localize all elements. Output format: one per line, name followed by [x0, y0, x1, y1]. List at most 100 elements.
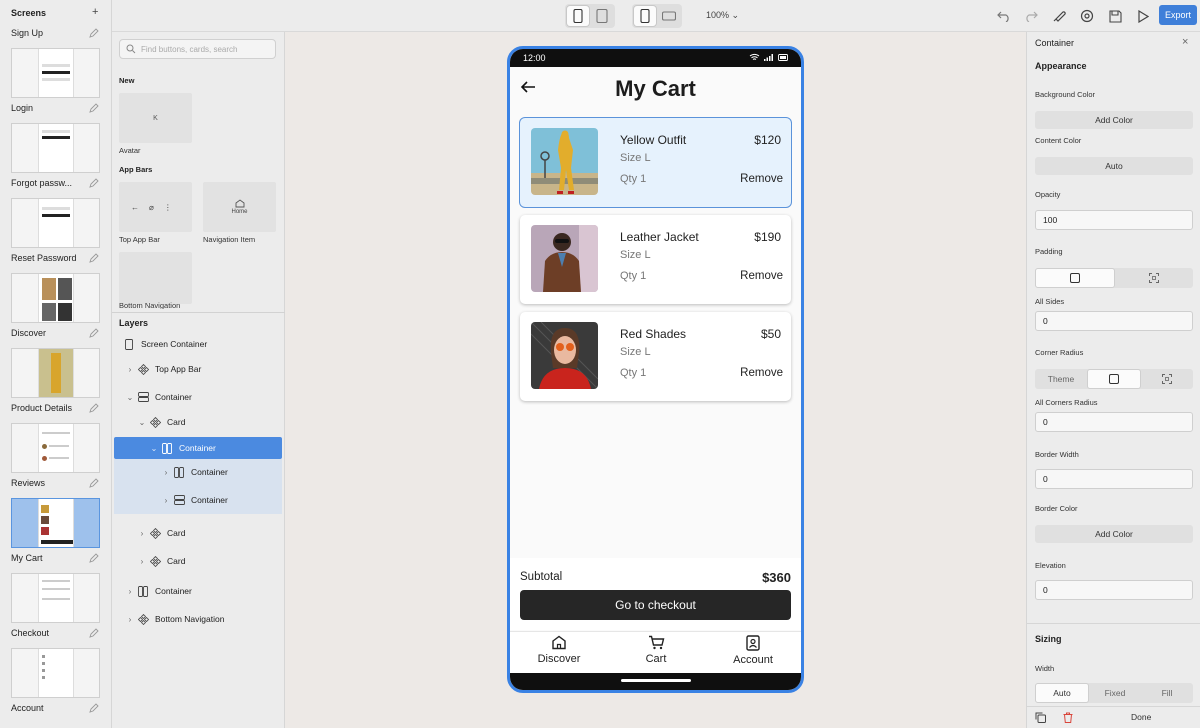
screen-thumbnail[interactable]: [11, 273, 100, 323]
cart-item-card[interactable]: Yellow Outfit Size L Qty 1 $120 Remove: [520, 118, 791, 207]
search-input[interactable]: Find buttons, cards, search: [119, 39, 276, 59]
layer-bottom-navigation[interactable]: › Bottom Navigation: [112, 608, 285, 630]
chevron-right-icon[interactable]: ›: [136, 557, 148, 566]
pencil-icon[interactable]: [89, 178, 99, 188]
screen-thumbnail[interactable]: [11, 198, 100, 248]
individual-sides-mode-icon[interactable]: [1115, 268, 1193, 288]
screen-thumbnail[interactable]: [11, 573, 100, 623]
border-color-button[interactable]: Add Color: [1035, 525, 1193, 543]
undo-icon[interactable]: [995, 8, 1013, 24]
cart-icon: [648, 635, 664, 650]
pencil-icon[interactable]: [89, 28, 99, 38]
layer-container-selected[interactable]: ⌄ Container: [112, 437, 285, 459]
chevron-right-icon[interactable]: ›: [136, 529, 148, 538]
design-canvas[interactable]: 12:00 My Cart Yellow Outfit Size L Qty 1…: [285, 32, 1026, 728]
screen-thumbnail[interactable]: [11, 348, 100, 398]
width-mode-toggle[interactable]: Auto Fixed Fill: [1035, 683, 1193, 703]
pencil-icon[interactable]: [89, 553, 99, 563]
chevron-right-icon[interactable]: ›: [124, 615, 136, 624]
chevron-right-icon[interactable]: ›: [160, 496, 172, 505]
portrait-icon[interactable]: [634, 6, 656, 26]
border-color-label: Border Color: [1035, 504, 1078, 513]
screen-thumbnail[interactable]: [11, 423, 100, 473]
checkout-button[interactable]: Go to checkout: [520, 590, 791, 620]
layer-container[interactable]: › Container: [112, 580, 285, 602]
remove-button[interactable]: Remove: [740, 270, 783, 282]
avatar-component-tile[interactable]: K: [119, 93, 192, 143]
tablet-device-icon[interactable]: [591, 6, 613, 26]
chevron-right-icon[interactable]: ›: [124, 365, 136, 374]
chevron-down-icon[interactable]: ⌄: [124, 393, 136, 402]
plus-icon[interactable]: +: [92, 6, 98, 18]
width-fixed-option[interactable]: Fixed: [1089, 683, 1141, 703]
phone-preview[interactable]: 12:00 My Cart Yellow Outfit Size L Qty 1…: [507, 46, 804, 693]
width-auto-option[interactable]: Auto: [1035, 683, 1089, 703]
layer-card[interactable]: ⌄ Card: [112, 411, 285, 433]
all-sides-field[interactable]: 0: [1035, 311, 1193, 331]
screen-thumbnail[interactable]: [11, 123, 100, 173]
padding-mode-toggle[interactable]: [1035, 268, 1193, 288]
trash-icon[interactable]: [1063, 712, 1073, 723]
zoom-dropdown[interactable]: 100% ⌄: [706, 10, 739, 21]
opacity-field[interactable]: 100: [1035, 210, 1193, 230]
redo-icon[interactable]: [1022, 8, 1040, 24]
navigation-item-tile[interactable]: Home: [203, 182, 276, 232]
settings-icon[interactable]: [1078, 8, 1096, 24]
layer-card[interactable]: › Card: [112, 550, 285, 572]
pencil-icon[interactable]: [89, 403, 99, 413]
width-fill-option[interactable]: Fill: [1141, 683, 1193, 703]
cart-item-card[interactable]: Red Shades Size L Qty 1 $50 Remove: [520, 312, 791, 401]
content-color-label: Content Color: [1035, 136, 1082, 145]
export-button[interactable]: Export: [1159, 5, 1197, 25]
remove-button[interactable]: Remove: [740, 367, 783, 379]
nav-item-cart[interactable]: Cart: [611, 635, 701, 665]
elevation-field[interactable]: 0: [1035, 580, 1193, 600]
account-icon: [746, 635, 760, 651]
nav-item-discover[interactable]: Discover: [514, 635, 604, 665]
corner-radius-mode-toggle[interactable]: Theme: [1035, 369, 1193, 389]
pencil-icon[interactable]: [89, 253, 99, 263]
all-corners-mode-icon[interactable]: [1087, 369, 1141, 389]
background-color-button[interactable]: Add Color: [1035, 111, 1193, 129]
layer-container[interactable]: › Container: [112, 489, 285, 511]
screen-thumbnail[interactable]: [11, 48, 100, 98]
chevron-right-icon[interactable]: ›: [124, 587, 136, 596]
pencil-icon[interactable]: [89, 103, 99, 113]
chevron-right-icon[interactable]: ›: [160, 468, 172, 477]
border-width-field[interactable]: 0: [1035, 469, 1193, 489]
bottom-navigation-tile[interactable]: Bottom Navigation: [119, 252, 192, 304]
phone-device-icon[interactable]: [567, 6, 589, 26]
remove-button[interactable]: Remove: [740, 173, 783, 185]
cart-item-card[interactable]: Leather Jacket Size L Qty 1 $190 Remove: [520, 215, 791, 304]
top-app-bar-tile[interactable]: ← ⌀ ⋮: [119, 182, 192, 232]
pencil-icon[interactable]: [89, 478, 99, 488]
all-sides-label: All Sides: [1035, 297, 1065, 306]
play-icon[interactable]: [1134, 8, 1152, 24]
close-icon[interactable]: ×: [1182, 36, 1188, 48]
layer-label: Container: [155, 392, 192, 402]
copy-icon[interactable]: [1035, 712, 1046, 723]
pencil-icon[interactable]: [89, 328, 99, 338]
individual-corners-mode-icon[interactable]: [1141, 369, 1193, 389]
layer-card[interactable]: › Card: [112, 522, 285, 544]
done-button[interactable]: Done: [1131, 712, 1151, 722]
chevron-down-icon[interactable]: ⌄: [136, 418, 148, 427]
pencil-icon[interactable]: [89, 703, 99, 713]
layer-container[interactable]: ⌄ Container: [112, 386, 285, 408]
save-icon[interactable]: [1106, 8, 1124, 24]
content-color-button[interactable]: Auto: [1035, 157, 1193, 175]
top-app-bar: My Cart: [510, 67, 801, 113]
all-corners-radius-field[interactable]: 0: [1035, 412, 1193, 432]
brush-icon[interactable]: [1050, 8, 1068, 24]
pencil-icon[interactable]: [89, 628, 99, 638]
landscape-icon[interactable]: [658, 6, 680, 26]
chevron-down-icon[interactable]: ⌄: [148, 444, 160, 453]
layer-top-app-bar[interactable]: › Top App Bar: [112, 358, 285, 380]
corner-theme-option[interactable]: Theme: [1035, 369, 1087, 389]
layer-screen-container[interactable]: Screen Container: [112, 333, 285, 355]
screen-thumbnail[interactable]: [11, 498, 100, 548]
all-sides-mode-icon[interactable]: [1035, 268, 1115, 288]
layer-container[interactable]: › Container: [112, 461, 285, 483]
screen-thumbnail[interactable]: [11, 648, 100, 698]
nav-item-account[interactable]: Account: [708, 635, 798, 666]
